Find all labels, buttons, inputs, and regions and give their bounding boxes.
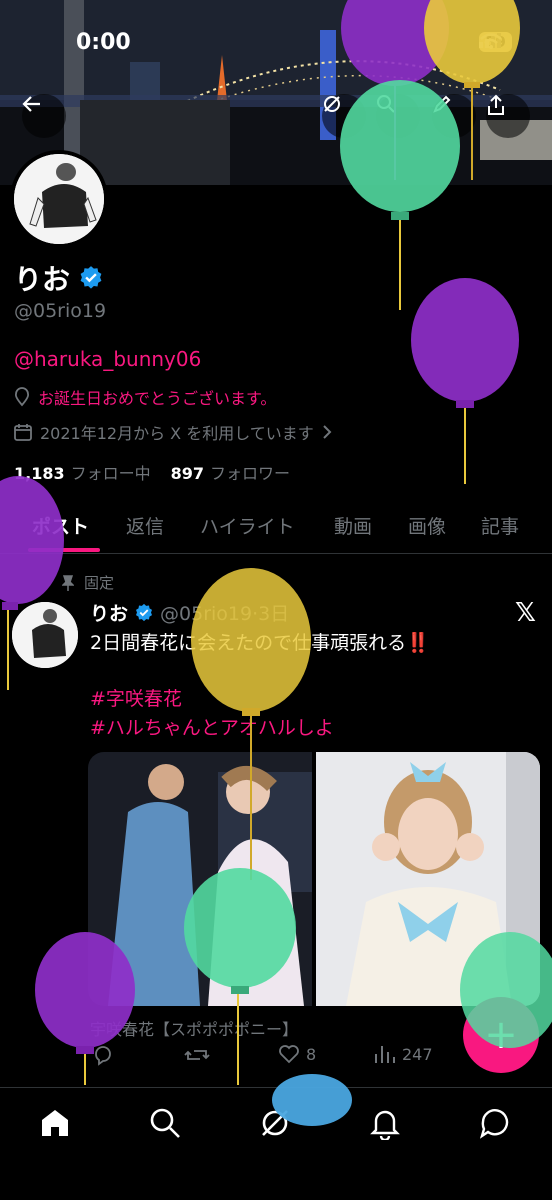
follow-stats: 1,183 フォロー中 897 フォロワー — [14, 460, 290, 484]
post-photo-1[interactable] — [88, 752, 312, 1006]
active-tab-indicator — [28, 548, 100, 552]
media-caption: 宇咲春花【スポポポポニー】 — [90, 1020, 299, 1039]
search-icon — [377, 95, 395, 113]
compose-post-button[interactable]: + — [463, 997, 539, 1073]
share-icon — [488, 94, 504, 115]
profile-handle: @05rio19 — [14, 300, 107, 322]
share-button[interactable] — [486, 94, 530, 138]
hashtag-link[interactable]: #字咲春花 — [90, 684, 182, 711]
reply-icon — [95, 1046, 111, 1066]
profile-joined-date[interactable]: 2021年12月から X を利用しています — [14, 420, 332, 444]
post-author-name[interactable]: りお — [90, 599, 128, 626]
balloon-icon — [411, 278, 519, 484]
bottom-navigation — [0, 1087, 552, 1200]
profile-tabs: ポスト 返信 ハイライト 動画 画像 記事 — [0, 500, 552, 554]
pencil-icon — [433, 95, 451, 113]
post-text: 2日間春花に会えたので仕事頑張れる‼️ — [90, 632, 430, 654]
bell-icon — [370, 1110, 400, 1142]
avatar-image — [14, 154, 104, 244]
tab-replies[interactable]: 返信 — [126, 512, 164, 539]
post-author-avatar[interactable] — [12, 602, 78, 668]
message-icon — [479, 1109, 509, 1139]
views-icon — [375, 1046, 395, 1063]
pin-icon — [62, 574, 74, 591]
reply-button[interactable] — [92, 1044, 114, 1066]
followers-count: 897 — [170, 464, 205, 483]
following-label: フォロー中 — [70, 464, 151, 483]
home-icon — [42, 1110, 68, 1136]
grok-icon — [262, 1110, 288, 1136]
hashtag-link[interactable]: #ハルちゃんとアオハルしよ — [90, 713, 334, 740]
profile-location: お誕生日おめでとうございます。 — [14, 385, 276, 409]
nav-notifications[interactable] — [368, 1106, 402, 1142]
search-button[interactable] — [376, 94, 420, 138]
profile-name-row: りお — [14, 258, 104, 298]
tab-posts[interactable]: ポスト — [32, 512, 89, 539]
x-logo-icon[interactable]: 𝕏 — [515, 598, 536, 628]
status-time: 0:00 — [76, 30, 131, 55]
post-header: りお @05rio19·3日 — [90, 599, 289, 626]
pinned-label-row: 固定 — [62, 572, 114, 593]
like-button[interactable]: 8 — [278, 1044, 316, 1064]
bio-mention-link[interactable]: @haruka_bunny06 — [14, 347, 201, 371]
repost-icon — [184, 1050, 210, 1060]
views-button[interactable]: 247 — [374, 1044, 433, 1064]
post-photo-2[interactable] — [316, 752, 540, 1006]
nav-home[interactable] — [38, 1106, 72, 1140]
verified-badge-icon — [136, 603, 153, 621]
tab-articles[interactable]: 記事 — [481, 512, 519, 539]
post-media-grid — [88, 752, 540, 1006]
tab-highlights[interactable]: ハイライト — [200, 512, 295, 539]
like-count: 8 — [306, 1044, 317, 1064]
profile-name: りお — [14, 263, 71, 296]
search-icon — [150, 1108, 180, 1138]
nav-messages[interactable] — [478, 1106, 512, 1140]
profile-avatar[interactable] — [10, 150, 108, 248]
verified-badge-icon[interactable] — [78, 265, 104, 291]
followers-label: フォロワー — [210, 464, 291, 483]
views-count: 247 — [402, 1044, 433, 1064]
photo-image — [316, 752, 540, 1006]
wifi-icon — [480, 33, 502, 49]
following-link[interactable]: 1,183 フォロー中 — [14, 460, 151, 484]
photo-image — [88, 752, 312, 1006]
heart-icon — [279, 1045, 299, 1064]
followers-link[interactable]: 897 フォロワー — [171, 460, 290, 484]
location-pin-icon — [14, 387, 30, 407]
back-arrow-icon — [22, 96, 40, 112]
status-icons: 59 — [479, 32, 512, 52]
chevron-right-icon — [323, 425, 332, 439]
grok-icon — [324, 96, 340, 112]
pinned-label: 固定 — [84, 574, 115, 592]
grok-button[interactable] — [322, 94, 366, 138]
back-button[interactable] — [22, 94, 66, 138]
edit-button[interactable] — [432, 94, 476, 138]
following-count: 1,183 — [14, 464, 65, 483]
location-text: お誕生日おめでとうございます。 — [38, 389, 277, 408]
calendar-icon — [14, 424, 32, 441]
avatar-image — [12, 602, 78, 668]
plus-icon: + — [484, 1012, 518, 1058]
post-meta: @05rio19·3日 — [160, 603, 290, 625]
tab-photos[interactable]: 画像 — [408, 512, 446, 539]
repost-button[interactable] — [184, 1044, 210, 1066]
tab-videos[interactable]: 動画 — [334, 512, 372, 539]
nav-grok[interactable] — [258, 1106, 292, 1140]
joined-text: 2021年12月から X を利用しています — [40, 424, 314, 443]
nav-search[interactable] — [148, 1106, 182, 1140]
